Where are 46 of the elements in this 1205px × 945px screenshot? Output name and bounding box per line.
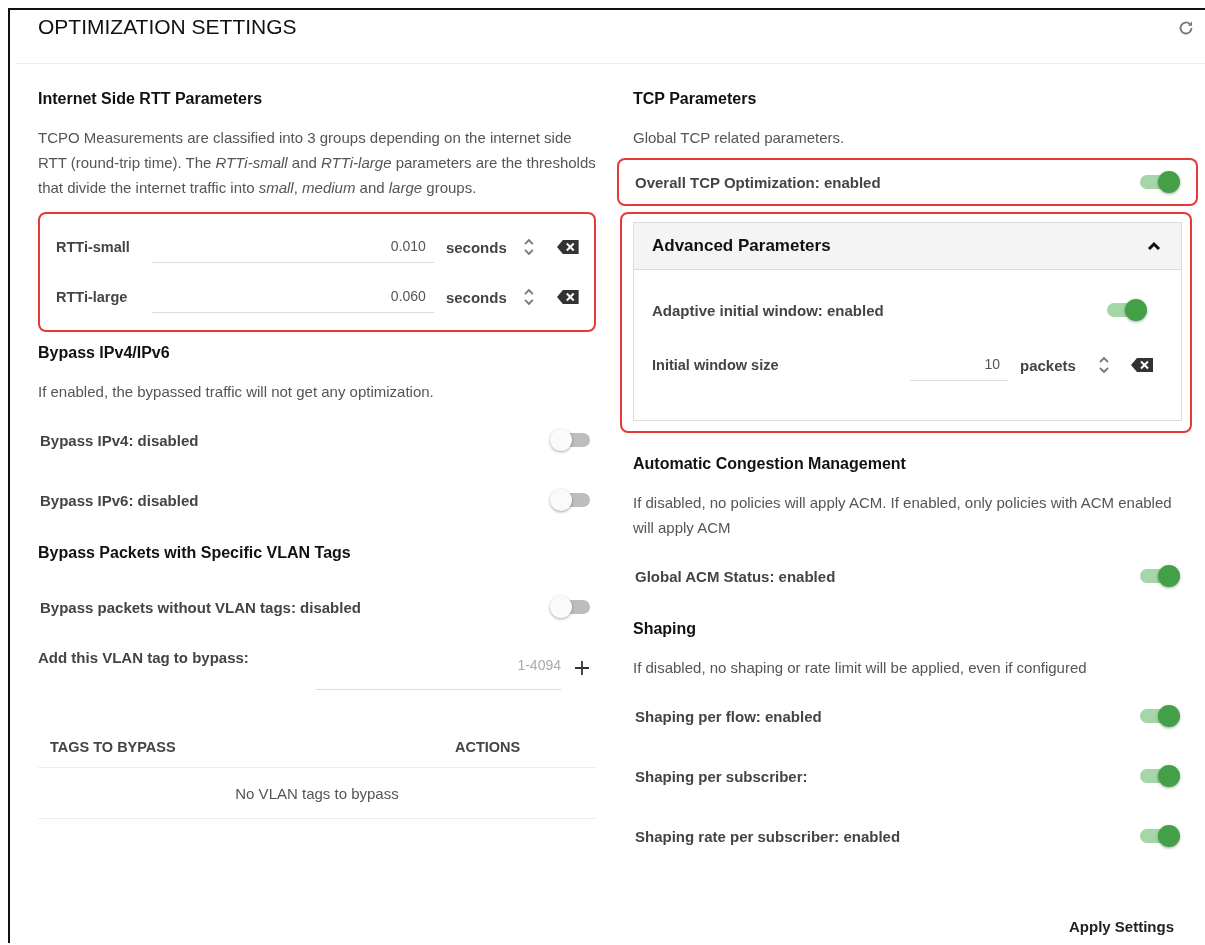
- empty-table-message: No VLAN tags to bypass: [235, 784, 399, 802]
- section-heading: Bypass IPv4/IPv6: [38, 343, 171, 363]
- section-description: If disabled, no policies will apply ACM. If enabled, only policies with ACM enabled will apply ACM: [633, 493, 1173, 538]
- panel-title: Advanced Parameters: [652, 236, 831, 256]
- page-title: OPTIMIZATION SETTINGS: [38, 14, 297, 39]
- setting-label: Shaping rate per subscriber: enabled: [635, 827, 901, 845]
- setting-label: Bypass IPv4: disabled: [40, 431, 199, 449]
- column-header: ACTIONS: [455, 739, 521, 755]
- unit-label: seconds: [445, 288, 508, 306]
- section-heading: Shaping: [633, 619, 698, 639]
- number-field[interactable]: 0.060: [152, 281, 434, 313]
- clear-icon[interactable]: [556, 239, 580, 255]
- section-description: If disabled, no shaping or rate limit will be applied, even if configured: [633, 658, 1088, 678]
- setting-label: Shaping per subscriber:: [635, 767, 808, 785]
- clear-icon[interactable]: [1130, 357, 1154, 373]
- setting-label: Overall TCP Optimization: enabled: [635, 173, 881, 191]
- section-heading: Automatic Congestion Management: [633, 454, 907, 474]
- setting-label: Global ACM Status: enabled: [635, 567, 836, 585]
- vlan-tag-field[interactable]: 1-4094: [316, 649, 561, 690]
- section-description: TCPO Measurements are classified into 3 groups depending on the internet side RTT (round-trip time). The RTTi-small and RTTi-large parameters are the thresholds that divide the internet traffic into small, medium and large groups.: [38, 128, 596, 198]
- parameter-label: RTTi-small: [56, 239, 131, 255]
- panel-header[interactable]: Advanced Parameters: [634, 223, 1181, 270]
- setting-label: Bypass IPv6: disabled: [40, 491, 199, 509]
- unit-label: packets: [1020, 356, 1077, 374]
- clear-icon[interactable]: [556, 289, 580, 305]
- setting-label: Add this VLAN tag to bypass:: [38, 649, 250, 666]
- column-header: TAGS TO BYPASS: [50, 739, 177, 755]
- add-icon[interactable]: [575, 661, 589, 675]
- number-field[interactable]: 0.010: [152, 231, 434, 263]
- section-heading: TCP Parameters: [633, 89, 758, 109]
- spinner-icon[interactable]: [522, 237, 535, 257]
- section-heading: Internet Side RTT Parameters: [38, 89, 264, 109]
- unit-label: seconds: [445, 238, 508, 256]
- spinner-icon[interactable]: [522, 287, 535, 307]
- parameter-label: Initial window size: [652, 357, 780, 373]
- setting-label: Bypass packets without VLAN tags: disabled: [40, 598, 361, 616]
- section-heading: Bypass Packets with Specific VLAN Tags: [38, 543, 352, 563]
- setting-label: Adaptive initial window: enabled: [652, 301, 884, 319]
- section-description: If enabled, the bypassed traffic will not get any optimization.: [38, 382, 435, 402]
- setting-label: Shaping per flow: enabled: [635, 707, 822, 725]
- spinner-icon[interactable]: [1098, 355, 1110, 375]
- parameter-label: RTTi-large: [56, 289, 129, 305]
- caret-icon[interactable]: [1147, 241, 1161, 251]
- section-description: Global TCP related parameters.: [633, 128, 846, 148]
- apply-settings-button[interactable]: Apply Settings: [1063, 916, 1180, 937]
- number-field[interactable]: 10: [910, 349, 1008, 381]
